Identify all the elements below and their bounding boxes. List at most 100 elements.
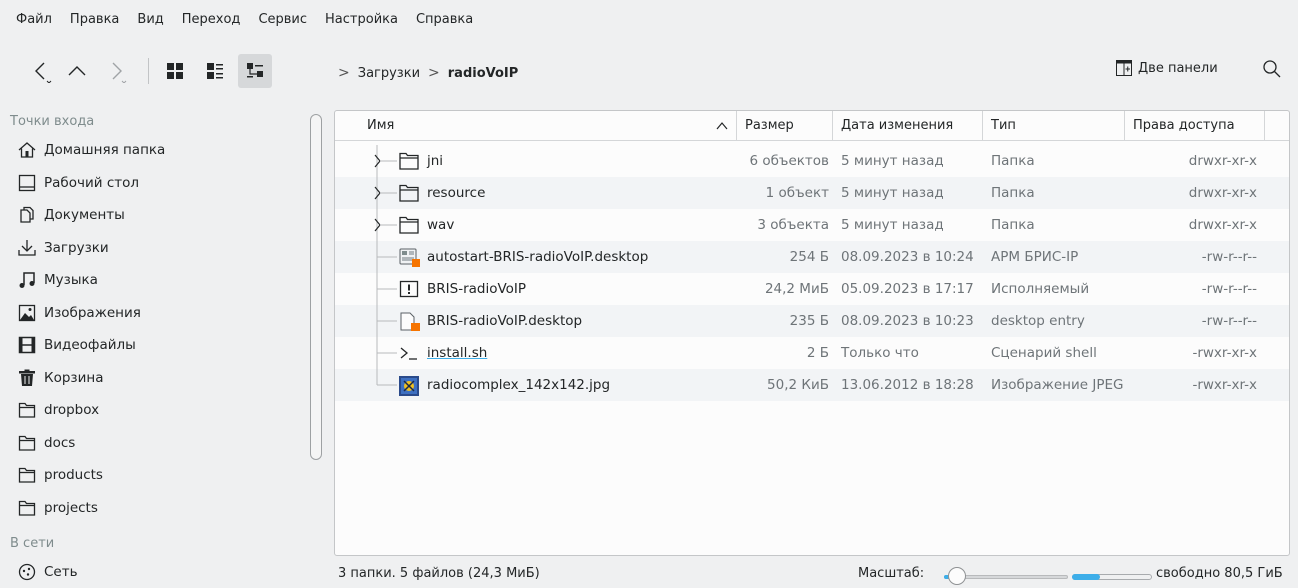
places-scrollbar[interactable] xyxy=(310,114,322,460)
file-row[interactable]: autostart-BRIS-radioVoIP.desktop 254 Б 0… xyxy=(335,241,1289,273)
places-section-network: В сети xyxy=(10,536,55,551)
place-products[interactable]: products xyxy=(0,459,306,492)
breadcrumb-current[interactable]: radioVoIP xyxy=(448,66,519,81)
file-permissions: -rw-r--r-- xyxy=(1201,281,1257,297)
file-size: 3 объекта xyxy=(757,217,829,233)
pictures-icon xyxy=(18,304,36,321)
place-home[interactable]: Домашняя папка xyxy=(0,134,306,167)
file-size: 2 Б xyxy=(806,345,829,361)
place-documents-label: Документы xyxy=(44,207,125,224)
split-panel-icon xyxy=(1116,60,1132,76)
file-name: BRIS-radioVoIP.desktop xyxy=(427,313,583,329)
file-type: Сценарий shell xyxy=(991,345,1097,361)
breadcrumb-downloads[interactable]: Загрузки xyxy=(358,66,420,81)
file-type: Папка xyxy=(991,185,1035,201)
dual-panel-button[interactable]: Две панели xyxy=(1116,60,1218,76)
file-row[interactable]: BRIS-radioVoIP.desktop 235 Б 08.09.2023 … xyxy=(335,305,1289,337)
folder-icon xyxy=(18,435,36,451)
forward-icon xyxy=(112,62,127,83)
place-desktop-label: Рабочий стол xyxy=(44,174,139,191)
back-icon xyxy=(35,62,52,83)
place-pictures[interactable]: Изображения xyxy=(0,297,306,330)
file-modified: 05.09.2023 в 17:17 xyxy=(841,281,974,297)
column-name[interactable]: Имя xyxy=(359,111,737,141)
file-view: Имя Размер Дата изменения Тип Права дост… xyxy=(334,110,1290,556)
expand-arrow-icon[interactable] xyxy=(369,209,399,241)
menu-file[interactable]: Файл xyxy=(8,7,62,33)
place-videos[interactable]: Видеофайлы xyxy=(0,329,306,362)
expand-arrow-icon[interactable] xyxy=(369,177,399,209)
place-docs-label: docs xyxy=(44,434,76,451)
status-summary: 3 папки. 5 файлов (24,3 МиБ) xyxy=(338,566,540,581)
place-music-label: Музыка xyxy=(44,272,98,289)
folder-icon xyxy=(399,216,419,234)
place-pictures-label: Изображения xyxy=(44,304,141,321)
menu-help[interactable]: Справка xyxy=(408,7,483,33)
place-trash[interactable]: Корзина xyxy=(0,362,306,395)
file-row[interactable]: resource 1 объект 5 минут назад Папка dr… xyxy=(335,177,1289,209)
file-size: 24,2 МиБ xyxy=(764,281,829,297)
tree-branch xyxy=(376,273,397,305)
menu-go[interactable]: Переход xyxy=(174,7,251,33)
expand-arrow-icon[interactable] xyxy=(369,145,399,177)
dual-panel-label: Две панели xyxy=(1138,60,1218,76)
file-row[interactable]: install.sh 2 Б Только что Сценарий shell… xyxy=(335,337,1289,369)
details-view-button[interactable] xyxy=(238,54,272,88)
up-icon xyxy=(68,66,86,76)
downloads-icon xyxy=(18,239,36,256)
file-name: radiocomplex_142x142.jpg xyxy=(427,377,611,393)
folder-icon xyxy=(399,184,419,202)
breadcrumb-separator[interactable]: > xyxy=(428,65,440,81)
trash-icon xyxy=(19,369,35,386)
documents-icon xyxy=(20,207,34,223)
up-button[interactable] xyxy=(60,54,94,88)
file-row[interactable]: wav 3 объекта 5 минут назад Папка drwxr-… xyxy=(335,209,1289,241)
folder-icon xyxy=(399,152,419,170)
breadcrumb-root-arrow[interactable]: > xyxy=(338,65,350,81)
file-type: Папка xyxy=(991,153,1035,169)
image-thumbnail-icon xyxy=(399,376,419,396)
place-projects-label: projects xyxy=(44,499,98,516)
places-panel: Точки входа Домашняя папка Рабочий стол … xyxy=(0,110,306,588)
column-type[interactable]: Тип xyxy=(983,111,1125,141)
place-projects[interactable]: projects xyxy=(0,492,306,525)
place-products-label: products xyxy=(44,467,103,484)
place-dropbox[interactable]: dropbox xyxy=(0,394,306,427)
place-trash-label: Корзина xyxy=(44,369,104,386)
compact-view-icon xyxy=(207,63,223,79)
file-row[interactable]: BRIS-radioVoIP 24,2 МиБ 05.09.2023 в 17:… xyxy=(335,273,1289,305)
place-docs[interactable]: docs xyxy=(0,427,306,460)
file-modified: 5 минут назад xyxy=(841,185,944,201)
menu-settings[interactable]: Настройка xyxy=(317,7,408,33)
compact-view-button[interactable] xyxy=(198,54,232,88)
column-size[interactable]: Размер xyxy=(737,111,833,141)
search-button[interactable] xyxy=(1262,59,1282,83)
place-documents[interactable]: Документы xyxy=(0,199,306,232)
toolbar: > Загрузки > radioVoIP Две панели xyxy=(0,52,1298,96)
place-music[interactable]: Музыка xyxy=(0,264,306,297)
place-home-label: Домашняя папка xyxy=(44,142,166,159)
file-row[interactable]: jni 6 объектов 5 минут назад Папка drwxr… xyxy=(335,145,1289,177)
column-modified[interactable]: Дата изменения xyxy=(833,111,983,141)
file-type: desktop entry xyxy=(991,313,1085,329)
place-downloads[interactable]: Загрузки xyxy=(0,232,306,265)
file-size: 235 Б xyxy=(789,313,829,329)
file-row[interactable]: radiocomplex_142x142.jpg 50,2 КиБ 13.06.… xyxy=(335,369,1289,401)
back-button[interactable] xyxy=(24,54,58,88)
forward-button[interactable] xyxy=(100,54,134,88)
tree-branch xyxy=(376,241,397,273)
icons-view-button[interactable] xyxy=(158,54,192,88)
terminal-script-icon xyxy=(400,347,417,360)
menu-tools[interactable]: Сервис xyxy=(250,7,317,33)
zoom-slider-handle[interactable] xyxy=(948,567,966,585)
column-permissions[interactable]: Права доступа xyxy=(1125,111,1265,141)
menu-edit[interactable]: Правка xyxy=(62,7,129,33)
column-name-label: Имя xyxy=(367,118,395,133)
place-desktop[interactable]: Рабочий стол xyxy=(0,167,306,200)
free-space-bar-fill xyxy=(1072,574,1100,580)
menu-view[interactable]: Вид xyxy=(129,7,173,33)
home-icon xyxy=(18,142,36,158)
file-name: BRIS-radioVoIP xyxy=(427,281,527,297)
place-dropbox-label: dropbox xyxy=(44,402,100,419)
file-modified: 5 минут назад xyxy=(841,217,944,233)
